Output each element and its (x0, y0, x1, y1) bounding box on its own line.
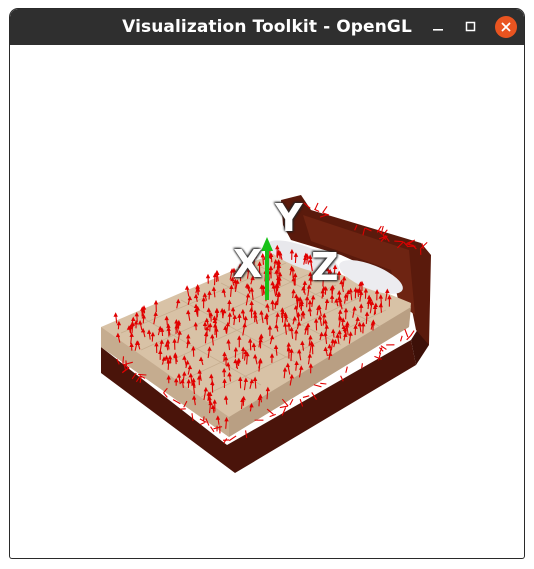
normal-arrow-head (153, 299, 159, 305)
normal-arrow-shaft (228, 435, 237, 442)
render-viewport[interactable]: Y X Z (11, 45, 523, 557)
bed-scene (101, 195, 431, 473)
vtk-window: Visualization Toolkit - OpenGL Y X Z (10, 9, 524, 558)
normal-arrow-shaft (320, 382, 327, 385)
normal-arrow-shaft (138, 373, 147, 376)
normal-arrow-shaft (279, 405, 289, 409)
normal-arrow-shaft (345, 366, 348, 373)
normal-arrow-shaft (289, 399, 294, 406)
close-button[interactable] (495, 16, 517, 38)
normal-arrow-shaft (302, 395, 310, 398)
normal-arrow-shaft (313, 384, 322, 388)
z-axis-label: Z (311, 245, 339, 289)
normal-arrow-shaft (404, 328, 409, 338)
normal-arrow-shaft (269, 413, 276, 418)
normal-arrow-shaft (410, 330, 415, 336)
normal-arrow-shaft (361, 363, 363, 369)
normal-arrow-shaft (125, 360, 128, 367)
x-axis-label: X (233, 242, 263, 286)
normal-arrow-head (205, 273, 211, 279)
maximize-button[interactable] (460, 16, 482, 38)
normal-arrow-shaft (394, 240, 403, 243)
normal-arrow-shaft (199, 422, 206, 425)
y-axis-label: Y (275, 196, 303, 240)
normal-arrow-head (113, 312, 118, 317)
normal-arrow-shaft (314, 202, 319, 211)
normal-arrow-head (184, 285, 190, 290)
close-icon (501, 22, 511, 32)
maximize-icon (465, 21, 476, 32)
normal-arrow-shaft (322, 206, 328, 214)
normal-arrow-shaft (210, 426, 215, 433)
title-bar[interactable]: Visualization Toolkit - OpenGL (10, 9, 524, 45)
normal-arrow-shaft (314, 208, 320, 213)
minimize-button[interactable] (427, 16, 449, 38)
normal-arrow-shaft (223, 438, 228, 444)
normal-arrow-shaft (122, 356, 125, 364)
minimize-icon (433, 29, 443, 31)
normal-arrow-shaft (400, 335, 403, 342)
